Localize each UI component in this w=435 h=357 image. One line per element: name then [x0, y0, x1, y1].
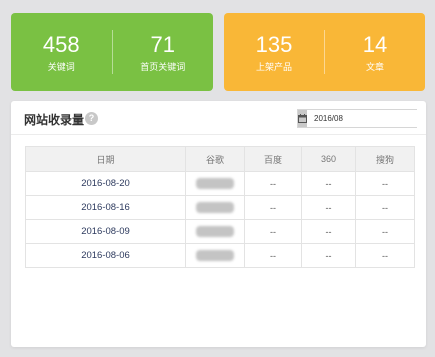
index-volume-panel: 网站收录量 ? 日期 谷歌 百度 360 搜狗 — [11, 101, 426, 347]
stat-label: 关键词 — [47, 61, 75, 72]
baidu-cell: -- — [244, 243, 302, 268]
360-cell: -- — [301, 243, 356, 268]
sogou-cell: -- — [355, 195, 415, 220]
sogou-cell: -- — [355, 243, 415, 268]
stat-label: 文章 — [365, 61, 384, 72]
sogou-cell: -- — [355, 219, 415, 244]
google-cell — [185, 171, 245, 196]
index-table: 日期 谷歌 百度 360 搜狗 2016-08-20 -- -- -- 2016… — [25, 146, 415, 268]
stat-value: 458 — [42, 31, 80, 57]
date-cell: 2016-08-16 — [25, 195, 186, 220]
stat-articles[interactable]: 14 文章 — [325, 32, 425, 73]
calendar-icon[interactable] — [298, 110, 307, 127]
sogou-cell: -- — [355, 171, 415, 196]
column-header-google: 谷歌 — [185, 146, 245, 172]
month-input[interactable] — [307, 110, 424, 127]
column-header-baidu: 百度 — [244, 146, 302, 172]
month-picker[interactable] — [297, 109, 424, 128]
google-cell — [185, 219, 245, 244]
360-cell: -- — [301, 219, 356, 244]
column-header-360: 360 — [301, 146, 356, 172]
stats-card-content: 135 上架产品 14 文章 — [224, 13, 425, 91]
table-row: 2016-08-20 -- -- -- — [25, 171, 415, 196]
date-cell: 2016-08-09 — [25, 219, 186, 244]
column-header-date: 日期 — [25, 146, 186, 172]
google-cell — [185, 243, 245, 268]
stat-homepage-keywords[interactable]: 71 首页关键词 — [113, 32, 214, 73]
column-header-sogou: 搜狗 — [355, 146, 415, 172]
redacted-value — [196, 202, 234, 214]
stat-value: 135 — [255, 31, 293, 57]
baidu-cell: -- — [244, 195, 302, 220]
stat-listed-products[interactable]: 135 上架产品 — [224, 32, 324, 73]
stat-value: 71 — [150, 31, 175, 57]
table-row: 2016-08-16 -- -- -- — [25, 195, 415, 220]
baidu-cell: -- — [244, 219, 302, 244]
date-cell: 2016-08-20 — [25, 171, 186, 196]
table-header-row: 日期 谷歌 百度 360 搜狗 — [25, 146, 415, 172]
baidu-cell: -- — [244, 171, 302, 196]
360-cell: -- — [301, 195, 356, 220]
stat-keywords[interactable]: 458 关键词 — [11, 32, 112, 73]
table-row: 2016-08-09 -- -- -- — [25, 219, 415, 244]
stat-label: 上架产品 — [255, 61, 292, 72]
redacted-value — [196, 250, 234, 262]
help-icon[interactable]: ? — [85, 112, 98, 125]
panel-title: 网站收录量 — [24, 113, 85, 127]
panel-header: 网站收录量 ? — [11, 101, 426, 135]
stat-label: 首页关键词 — [140, 61, 186, 72]
stats-card-keywords: 458 关键词 71 首页关键词 — [11, 13, 213, 91]
redacted-value — [196, 226, 234, 238]
stat-value: 14 — [362, 31, 388, 57]
360-cell: -- — [301, 171, 356, 196]
google-cell — [185, 195, 245, 220]
redacted-value — [196, 178, 234, 190]
table-row: 2016-08-06 -- -- -- — [25, 243, 415, 268]
date-cell: 2016-08-06 — [25, 243, 186, 268]
